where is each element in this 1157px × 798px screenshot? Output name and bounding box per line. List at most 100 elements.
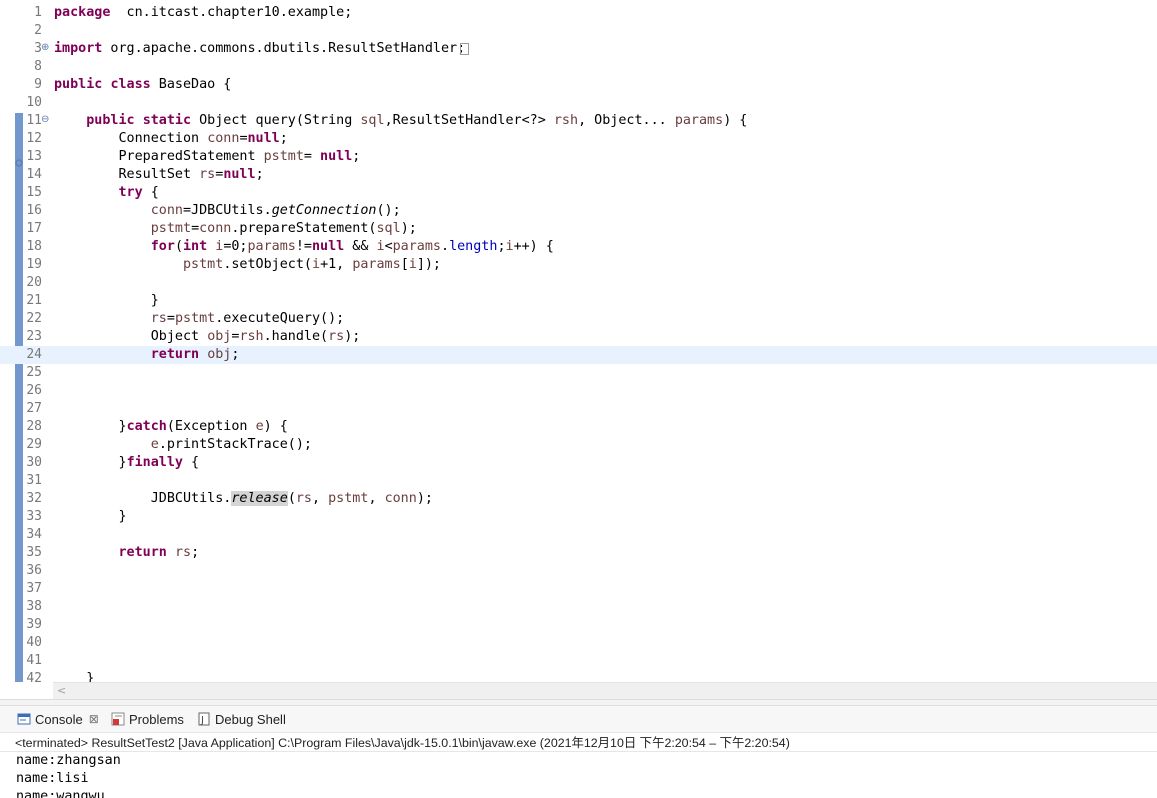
code-text: pstmt=conn.prepareStatement(sql); [54, 220, 417, 238]
code-token: ; [497, 239, 506, 254]
code-token: null [223, 167, 256, 182]
code-token: ResultSet [54, 167, 200, 182]
code-token: finally [126, 455, 183, 470]
code-line[interactable]: 11 ⊖ public static Object query(String sq… [0, 112, 1157, 130]
code-line[interactable]: 35 return rs; [0, 544, 1157, 562]
code-token: sql [376, 221, 401, 236]
code-line[interactable]: 34 [0, 526, 1157, 544]
code-token: Object [54, 329, 208, 344]
line-number: 28 [26, 419, 42, 434]
code-line[interactable]: 38 [0, 598, 1157, 616]
code-token: e [255, 419, 264, 434]
view-sash[interactable] [0, 699, 1157, 706]
code-line[interactable]: 39 [0, 616, 1157, 634]
scroll-left-arrow-icon[interactable]: < [57, 684, 66, 697]
code-token: sql [360, 113, 385, 128]
tab-console[interactable]: Console ⊠ [17, 706, 99, 732]
code-line[interactable]: 24 return obj; [0, 346, 1157, 364]
tab-problems-label: Problems [129, 711, 184, 727]
code-token: JDBCUtils. [54, 491, 232, 506]
code-line[interactable]: 37 [0, 580, 1157, 598]
code-line[interactable]: 32 JDBCUtils.release(rs, pstmt, conn); [0, 490, 1157, 508]
expand-fold-icon[interactable]: ⊕ [41, 43, 51, 53]
code-token: .prepareStatement( [231, 221, 377, 236]
code-line[interactable]: 22 rs=pstmt.executeQuery(); [0, 310, 1157, 328]
line-number: 41 [26, 653, 42, 668]
code-token: ; [191, 545, 200, 560]
code-token: rs [174, 545, 192, 560]
code-line[interactable]: 15 try { [0, 184, 1157, 202]
code-line[interactable]: 26 [0, 382, 1157, 400]
code-text: conn=JDBCUtils.getConnection(); [54, 202, 401, 220]
line-number: 20 [26, 275, 42, 290]
code-line[interactable]: 12 Connection conn=null; [0, 130, 1157, 148]
code-line[interactable]: 40 [0, 634, 1157, 652]
line-number: 34 [26, 527, 42, 542]
code-line[interactable]: 20 [0, 274, 1157, 292]
line-number: 36 [26, 563, 42, 578]
code-token: rs [199, 167, 216, 182]
code-token: } [54, 455, 127, 470]
code-line[interactable]: 41 [0, 652, 1157, 670]
code-token: ; [231, 347, 240, 362]
code-line[interactable]: 2 [0, 22, 1157, 40]
tab-debug-shell[interactable]: J Debug Shell [197, 706, 286, 732]
console-view-tabbar: Console ⊠ Problems J Debug Shell [0, 706, 1157, 732]
editor-horizontal-scrollbar[interactable]: < [53, 682, 1157, 699]
code-token: = [239, 131, 248, 146]
close-icon[interactable]: ⊠ [89, 712, 99, 726]
code-token: rsh [239, 329, 264, 344]
code-line[interactable]: 13 PreparedStatement pstmt= null; [0, 148, 1157, 167]
code-line[interactable]: 28 }catch(Exception e) { [0, 418, 1157, 436]
code-token: } [54, 671, 95, 682]
code-editor[interactable]: 1 package cn.itcast.chapter10.example; 2 3 ⊕… [0, 0, 1157, 682]
code-token: null [247, 131, 280, 146]
code-text: package cn.itcast.chapter10.example; [54, 4, 352, 22]
code-token: try [118, 185, 143, 200]
code-token: conn [199, 221, 232, 236]
code-line[interactable]: 33 } [0, 508, 1157, 526]
code-line[interactable]: 9 public class BaseDao { [0, 76, 1157, 94]
code-token: Connection [54, 131, 208, 146]
line-number: 17 [26, 221, 42, 236]
code-line[interactable]: 31 [0, 472, 1157, 490]
tab-problems[interactable]: Problems [111, 706, 184, 732]
code-line[interactable]: 19 pstmt.setObject(i+1, params[i]); [0, 256, 1157, 274]
code-line[interactable]: 42 } [0, 670, 1157, 682]
code-line[interactable]: 14 ResultSet rs=null; [0, 166, 1157, 184]
code-line[interactable]: 30 }finally { [0, 454, 1157, 472]
code-text: Connection conn=null; [54, 130, 287, 148]
code-token: class [110, 77, 151, 92]
collapse-fold-icon[interactable]: ⊖ [41, 115, 51, 125]
code-line[interactable]: 21 } [0, 292, 1157, 310]
code-token: < [384, 239, 393, 254]
folded-imports-box-icon[interactable] [460, 43, 469, 55]
code-line[interactable]: 16 conn=JDBCUtils.getConnection(); [0, 202, 1157, 220]
code-token: rsh [553, 113, 579, 128]
code-line[interactable]: 3 ⊕ import org.apache.commons.dbutils.Resu… [0, 40, 1157, 58]
code-text: pstmt.setObject(i+1, params[i]); [54, 256, 441, 274]
code-line[interactable]: 36 [0, 562, 1157, 580]
code-line[interactable]: 18 for(int i=0;params!=null && i<params.… [0, 238, 1157, 256]
code-text: } [54, 508, 126, 526]
code-line[interactable]: 29 e.printStackTrace(); [0, 436, 1157, 454]
code-line[interactable]: 23 Object obj=rsh.handle(rs); [0, 328, 1157, 346]
code-line[interactable]: 8 [0, 58, 1157, 76]
console-output[interactable]: name:zhangsan name:lisi name:wangwu [16, 752, 1146, 798]
code-token: .printStackTrace(); [158, 437, 312, 452]
code-line[interactable]: 27 [0, 400, 1157, 418]
line-number: 23 [26, 329, 42, 344]
code-text: }catch(Exception e) { [54, 418, 287, 436]
code-line[interactable]: 25 [0, 364, 1157, 382]
code-line[interactable]: 17 pstmt=conn.prepareStatement(sql); [0, 220, 1157, 238]
code-line[interactable]: 1 package cn.itcast.chapter10.example; [0, 4, 1157, 22]
code-text: Object obj=rsh.handle(rs); [54, 328, 361, 346]
code-token: rs [150, 311, 167, 326]
code-line[interactable]: 10 [0, 94, 1157, 112]
